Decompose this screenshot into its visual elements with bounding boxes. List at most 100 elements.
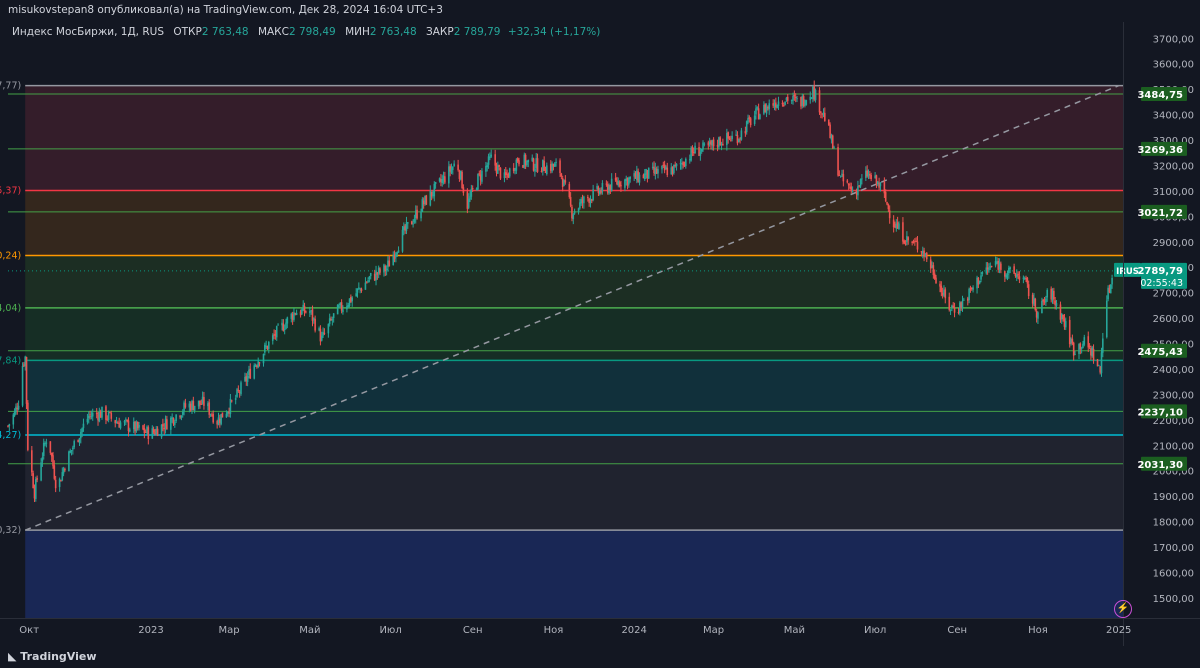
candle-body [560,173,563,177]
candle-body [486,165,489,168]
candle-body [89,414,91,416]
candle-body [702,142,704,150]
candle-body [286,317,289,324]
candle-body [888,210,891,219]
candle-body [72,447,74,450]
candle-body [119,422,122,429]
candle-body [200,403,203,405]
candle-body [128,429,131,432]
candle-body [498,164,500,167]
candle-body [793,94,796,97]
price-chart[interactable]: 0 (3517,77) 0,236 (3105,37) 0,382 (2850,24… [0,22,1200,646]
fib-level-label: 0,618 (2437,84) [0,355,21,366]
symbol-legend: Индекс МосБиржи, 1Д, RUS ОТКР2 763,48 МА… [12,26,600,38]
candle-body [572,214,575,220]
level-price-tag: 3269,36 [1137,141,1187,156]
candle-body [253,365,256,379]
candle-body [1100,352,1103,374]
level-price-tag: 3484,75 [1137,87,1187,102]
level-price-tag-text: 2237,10 [1137,407,1183,418]
candle-body [471,188,474,190]
footer-bar: ◣ TradingView [0,646,1200,668]
candle-body [820,111,822,114]
candle-body [1026,277,1029,284]
candle-body [453,163,455,167]
candle-body [156,428,159,437]
last-price-countdown: 02:55:43 [1140,278,1183,289]
candle-body [508,168,511,177]
candle-body [225,413,228,418]
candle-body [258,362,261,364]
candle-body [462,187,465,193]
candle-body [972,287,974,290]
candle-body [368,276,371,279]
candle-body [64,468,66,471]
tradingview-logo[interactable]: ◣ TradingView [8,650,97,663]
lightning-icon[interactable]: ⚡ [1114,600,1132,618]
price-tick-label: 1600,00 [1153,568,1194,579]
candle-body [1053,290,1055,300]
candle-body [850,186,853,191]
price-tick-label: 3200,00 [1153,161,1194,172]
legend-close-label: ЗАКР [426,26,454,38]
candle-body [737,139,740,142]
candle-body [1009,267,1011,270]
candle-body [953,308,956,313]
candle-body [323,332,326,334]
candle-body [568,184,571,198]
candle-body [824,112,826,121]
candle-body [162,424,164,427]
candle-body [691,147,694,153]
candle-body [1027,284,1030,297]
candle-body [470,188,473,197]
candle-body [203,397,205,406]
candle-body [262,353,265,364]
candle-body [661,165,663,170]
candle-body [184,403,187,408]
candle-body [267,341,270,349]
time-tick-label: 2025 [1106,625,1131,636]
candle-body [887,204,890,210]
candle-body [1045,298,1047,303]
candle-body [629,176,632,179]
candle-body [532,158,535,171]
candle-body [467,198,470,208]
candle-body [883,182,886,194]
candle-body [86,418,89,423]
candle-body [731,135,733,140]
candle-body [1102,338,1104,353]
candle-body [884,192,887,202]
candle-body [804,104,806,106]
candle-body [416,209,418,219]
candle-body [457,164,459,170]
candle-body [342,309,344,312]
symbol-tag-text: IRUS [1116,267,1139,277]
level-price-tag-text: 3484,75 [1137,90,1183,101]
candle-body [1005,274,1007,278]
price-tick-label: 3400,00 [1153,111,1194,122]
candle-body [1088,345,1091,347]
candle-body [444,176,446,183]
candle-body [740,130,743,140]
candle-body [682,162,684,166]
price-tick-label: 3100,00 [1153,187,1194,198]
candle-body [384,265,387,272]
candle-body [1092,348,1095,361]
fib-level-label: 1 (1770,32) [0,525,21,536]
candle-body [916,241,919,250]
candle-body [902,222,904,242]
candle-body [861,178,863,180]
price-tick-label: 2100,00 [1153,441,1194,452]
candle-body [1098,365,1100,367]
candle-body [360,288,363,292]
candle-body [499,167,502,179]
candle-body [52,455,54,467]
candle-body [802,96,805,107]
candle-body [792,95,794,101]
candle-body [101,406,103,418]
candle-body [777,101,780,107]
candle-body [209,414,212,416]
candle-body [1087,336,1090,348]
level-price-tag-text: 3269,36 [1137,145,1183,156]
candle-body [40,462,42,481]
